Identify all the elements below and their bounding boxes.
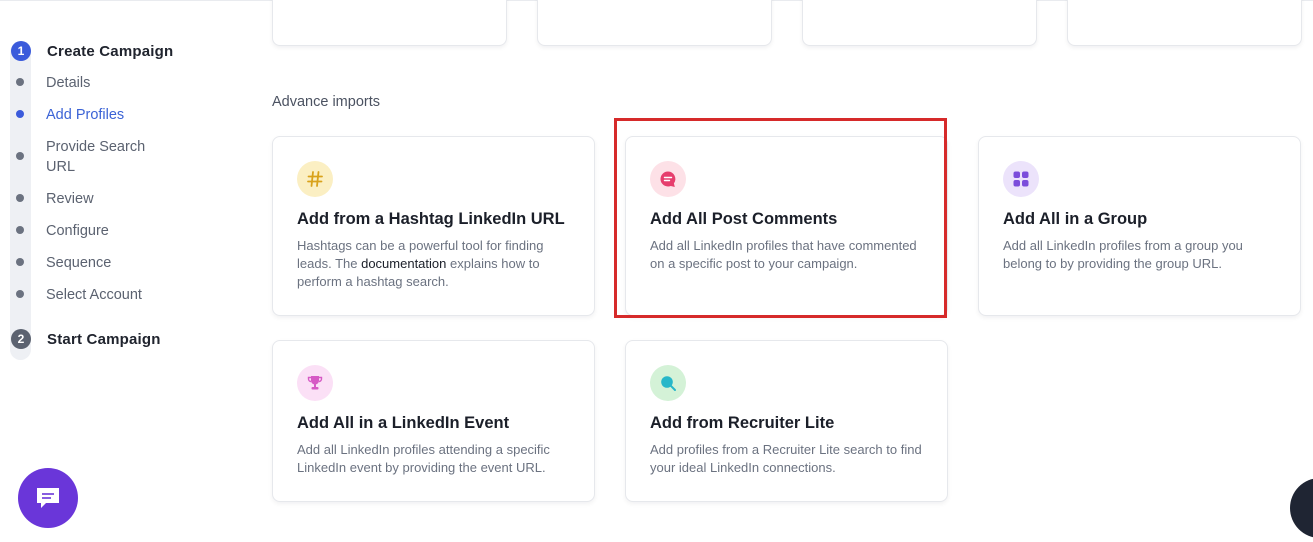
step-number-2: 2	[11, 329, 31, 349]
highlight-box	[614, 118, 947, 318]
documentation-link[interactable]: documentation	[361, 256, 446, 271]
card-description: Add all LinkedIn profiles from a group y…	[1003, 238, 1243, 271]
substep-label: Details	[46, 75, 91, 91]
substep-sequence[interactable]: Sequence	[16, 253, 166, 273]
substep-provide-search-url[interactable]: Provide Search URL	[16, 137, 166, 177]
card-event-import[interactable]: Add All in a LinkedIn Event Add all Link…	[272, 340, 595, 502]
import-card-partial[interactable]	[537, 0, 772, 46]
group-grid-icon	[1003, 161, 1039, 197]
substep-label: Provide Search URL	[46, 139, 146, 175]
substep-select-account[interactable]: Select Account	[16, 285, 166, 305]
card-description: Add profiles from a Recruiter Lite searc…	[650, 442, 922, 475]
trophy-icon	[297, 365, 333, 401]
step-dot	[16, 226, 24, 234]
substep-label: Configure	[46, 223, 109, 239]
help-button[interactable]	[1290, 478, 1313, 538]
card-title: Add All in a LinkedIn Event	[297, 414, 510, 432]
step-dot	[16, 194, 24, 202]
substep-review[interactable]: Review	[16, 189, 166, 209]
substep-label: Sequence	[46, 255, 112, 271]
step-label: Start Campaign	[47, 330, 161, 348]
import-card-partial[interactable]	[272, 0, 507, 46]
card-description: Hashtags can be a powerful tool for find…	[297, 237, 572, 291]
substep-add-profiles[interactable]: Add Profiles	[16, 105, 166, 125]
substep-label: Review	[46, 191, 94, 207]
step-label: Create Campaign	[47, 42, 174, 60]
step-dot	[16, 110, 24, 118]
card-description: Add all LinkedIn profiles attending a sp…	[297, 442, 550, 475]
substep-label: Add Profiles	[46, 107, 125, 123]
substep-label: Select Account	[46, 287, 142, 303]
step-start-campaign[interactable]: 2 Start Campaign	[11, 329, 161, 349]
step-number-1: 1	[11, 41, 31, 61]
import-card-partial[interactable]	[802, 0, 1037, 46]
chat-bubble-icon	[37, 488, 59, 508]
substep-configure[interactable]: Configure	[16, 221, 166, 241]
hashtag-icon	[297, 161, 333, 197]
section-title: Advance imports	[272, 94, 380, 110]
step-dot	[16, 290, 24, 298]
card-title: Add from a Hashtag LinkedIn URL	[297, 210, 565, 228]
step-dot	[16, 78, 24, 86]
step-create-campaign[interactable]: 1 Create Campaign	[11, 41, 173, 61]
step-dot	[16, 258, 24, 266]
card-title: Add All in a Group	[1003, 210, 1148, 228]
card-hashtag-import[interactable]: Add from a Hashtag LinkedIn URL Hashtags…	[272, 136, 595, 316]
card-group-import[interactable]: Add All in a Group Add all LinkedIn prof…	[978, 136, 1301, 316]
chat-button[interactable]	[18, 468, 78, 528]
search-icon	[650, 365, 686, 401]
card-title: Add from Recruiter Lite	[650, 414, 835, 432]
card-recruiter-lite[interactable]: Add from Recruiter Lite Add profiles fro…	[625, 340, 948, 502]
step-dot	[16, 152, 24, 160]
import-card-partial[interactable]	[1067, 0, 1302, 46]
substep-details[interactable]: Details	[16, 73, 166, 93]
